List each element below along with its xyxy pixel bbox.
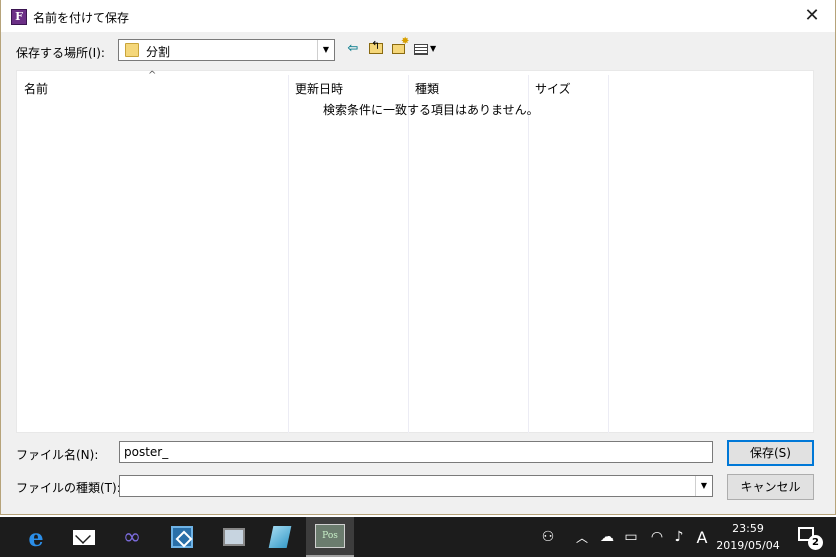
- column-divider[interactable]: [288, 75, 289, 433]
- filetype-select[interactable]: ▼: [119, 475, 713, 497]
- empty-list-message: 検索条件に一致する項目はありません。: [323, 103, 539, 117]
- clock[interactable]: 23:59 2019/05/04: [712, 520, 784, 554]
- column-divider[interactable]: [608, 75, 609, 433]
- onedrive-icon[interactable]: ☁: [596, 517, 618, 557]
- column-divider[interactable]: [528, 75, 529, 433]
- column-divider[interactable]: [408, 75, 409, 433]
- sort-ascending-icon: ^: [148, 70, 157, 81]
- poster-app-label: Pos: [315, 524, 345, 548]
- filename-label: ファイル名(N):: [16, 448, 99, 462]
- file-list[interactable]: ^ 名前 更新日時 種類 サイズ 検索条件に一致する項目はありません。: [16, 70, 814, 433]
- save-button[interactable]: 保存(S): [727, 440, 814, 466]
- ime-indicator[interactable]: A: [692, 517, 712, 557]
- battery-icon[interactable]: ▭: [620, 517, 642, 557]
- chevron-down-icon[interactable]: ▼: [317, 40, 334, 60]
- chevron-up-icon[interactable]: ︿: [572, 517, 592, 557]
- chevron-down-icon[interactable]: ▼: [695, 476, 712, 496]
- clock-date: 2019/05/04: [716, 539, 780, 552]
- filename-input[interactable]: [119, 441, 713, 463]
- people-icon[interactable]: ⚇: [536, 517, 560, 557]
- close-button[interactable]: ✕: [789, 0, 835, 32]
- poster-app-icon[interactable]: Pos: [306, 517, 354, 557]
- folder-icon: [125, 43, 139, 57]
- cube-app-icon[interactable]: [158, 517, 206, 557]
- volume-icon[interactable]: ♪: [668, 517, 690, 557]
- save-location-label: 保存する場所(I):: [16, 46, 105, 60]
- filetype-label: ファイルの種類(T):: [16, 481, 121, 495]
- up-folder-icon[interactable]: ↰: [367, 40, 385, 58]
- title-bar: F 名前を付けて保存 ✕: [1, 0, 835, 32]
- save-location-select[interactable]: 分割 ▼: [118, 39, 335, 61]
- app-icon: F: [11, 9, 27, 25]
- wifi-icon[interactable]: ◠: [646, 517, 668, 557]
- monitor-app-icon[interactable]: [210, 517, 258, 557]
- notification-badge: 2: [808, 535, 823, 550]
- edge-icon[interactable]: e: [12, 517, 60, 557]
- dialog-title: 名前を付けて保存: [33, 11, 130, 25]
- back-arrow-icon[interactable]: ⇦: [344, 40, 362, 58]
- clock-time: 23:59: [732, 522, 764, 535]
- cancel-button[interactable]: キャンセル: [727, 474, 814, 500]
- notification-center-icon[interactable]: 2: [790, 517, 830, 557]
- infinity-icon[interactable]: ∞: [108, 517, 156, 557]
- view-menu-icon[interactable]: ▼: [413, 40, 439, 58]
- save-location-value: 分割: [146, 45, 171, 59]
- save-as-dialog: F 名前を付けて保存 ✕ 保存する場所(I): 分割 ▼ ⇦ ↰ ✸ ▼ ^ 名…: [0, 0, 836, 515]
- column-header-modified[interactable]: 更新日時: [295, 80, 343, 97]
- column-header-type[interactable]: 種類: [415, 80, 439, 97]
- column-header-name[interactable]: 名前: [24, 80, 48, 97]
- new-folder-icon[interactable]: ✸: [390, 37, 410, 58]
- mail-icon[interactable]: [60, 517, 108, 557]
- note-app-icon[interactable]: [256, 517, 304, 557]
- taskbar: e ∞ Pos ⚇ ︿ ☁ ▭ ◠ ♪ A 23:59 2019/05/04 2: [0, 517, 836, 557]
- column-header-size[interactable]: サイズ: [535, 80, 571, 97]
